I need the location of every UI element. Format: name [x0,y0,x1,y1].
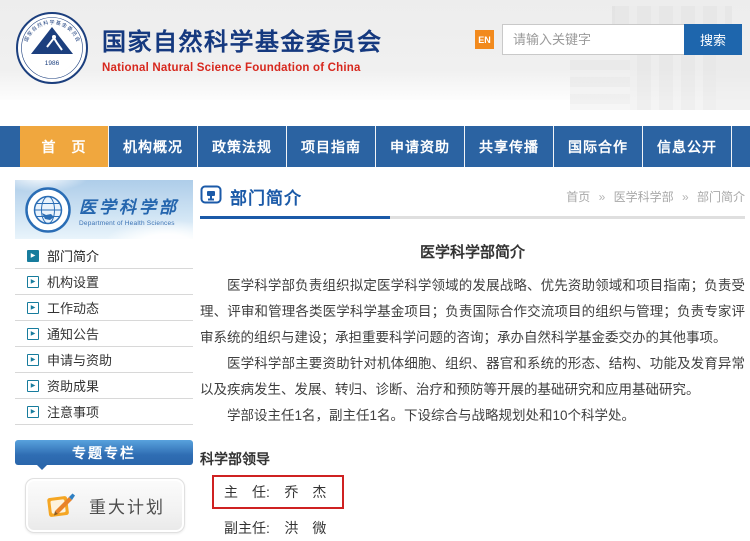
department-title-cn: 医学科学部 [79,193,179,218]
nav-item-policies[interactable]: 政策法规 [198,126,287,167]
breadcrumb-current[interactable]: 部门简介 [697,190,745,204]
department-banner-text: 医学科学部 Department of Health Sciences [79,193,179,227]
leader-name: 洪 微 [284,520,326,536]
breadcrumb-separator: » [682,190,689,204]
sidebar-item-label: 资助成果 [47,376,99,395]
sidebar-item-label: 注意事项 [47,402,99,421]
breadcrumb: 首页 » 医学科学部 » 部门简介 [566,188,745,205]
nav-item-organization[interactable]: 机构概况 [109,126,198,167]
arrow-right-icon: ▶ [27,380,39,392]
department-banner: 医学科学部 Department of Health Sciences [15,180,193,239]
leaders-section: 科学部领导 主 任: 乔 杰 副主任: 洪 微 [200,449,745,538]
sidebar-item-label: 申请与资助 [47,350,112,369]
main-nav: 首 页 机构概况 政策法规 项目指南 申请资助 共享传播 国际合作 信息公开 [0,126,750,167]
sidebar-menu: ▶ 部门简介 ▶ 机构设置 ▶ 工作动态 ▶ 通知公告 ▶ 申请与资助 [15,243,193,425]
site-title-en: National Natural Science Foundation of C… [102,62,383,74]
arrow-right-icon: ▶ [27,328,39,340]
leader-role: 主 任: [224,484,270,500]
nav-item-international[interactable]: 国际合作 [554,126,643,167]
section-divider [200,216,745,219]
arrow-right-icon: ▶ [27,406,39,418]
article-title: 医学科学部简介 [200,241,745,262]
sidebar: 医学科学部 Department of Health Sciences ▶ 部门… [15,180,193,538]
leader-role: 副主任: [224,520,270,536]
content-header: 部门简介 首页 » 医学科学部 » 部门简介 [200,183,745,209]
major-program-card[interactable]: 重大计划 [25,478,185,533]
article-paragraph: 学部设主任1名，副主任1名。下设综合与战略规划处和10个科学处。 [200,403,745,429]
arrow-right-icon: ▶ [27,250,39,262]
breadcrumb-home[interactable]: 首页 [566,190,590,204]
special-column-header: 专题专栏 [15,440,193,465]
site-titles: 国家自然科学基金委员会 National Natural Science Fou… [102,22,383,74]
search-input[interactable] [502,24,684,55]
nav-item-info-disclosure[interactable]: 信息公开 [643,126,732,167]
section-board-icon [200,185,222,207]
page: 国家自然科学基金委员会 1986 国家自然科学基金委员会 National Na… [0,0,750,541]
sidebar-item-label: 通知公告 [47,324,99,343]
sidebar-item-label: 部门简介 [47,246,99,265]
department-seal-icon [25,187,71,233]
breadcrumb-department[interactable]: 医学科学部 [614,190,674,204]
sidebar-item-apply-funding[interactable]: ▶ 申请与资助 [15,347,193,373]
site-title-cn: 国家自然科学基金委员会 [102,22,383,57]
site-header: 国家自然科学基金委员会 1986 国家自然科学基金委员会 National Na… [0,0,750,100]
sidebar-item-work-news[interactable]: ▶ 工作动态 [15,295,193,321]
content: 部门简介 首页 » 医学科学部 » 部门简介 医学科学部简介 医学科学部负责组织… [200,180,745,538]
breadcrumb-separator: » [599,190,606,204]
nav-item-sharing[interactable]: 共享传播 [465,126,554,167]
building-watermark [550,0,750,118]
sidebar-item-notices[interactable]: ▶ 通知公告 [15,321,193,347]
major-program-label: 重大计划 [89,493,165,518]
arrow-right-icon: ▶ [27,276,39,288]
en-language-badge[interactable]: EN [475,30,494,49]
nav-item-funding[interactable]: 申请资助 [376,126,465,167]
deputy-director-row: 副主任: 洪 微 [224,518,745,538]
article: 医学科学部简介 医学科学部负责组织拟定医学科学领域的发展战略、优先资助领域和项目… [200,241,745,429]
seal-year: 1986 [45,60,60,67]
leader-name: 乔 杰 [284,484,326,500]
article-paragraph: 医学科学部主要资助针对机体细胞、组织、器官和系统的形态、结构、功能及发育异常以及… [200,351,745,403]
sidebar-item-label: 机构设置 [47,272,99,291]
main-area: 医学科学部 Department of Health Sciences ▶ 部门… [0,167,750,538]
major-program-icon [45,491,79,521]
sidebar-item-funding-results[interactable]: ▶ 资助成果 [15,373,193,399]
page-title: 部门简介 [230,184,302,209]
arrow-right-icon: ▶ [27,302,39,314]
sidebar-item-label: 工作动态 [47,298,99,317]
sidebar-item-cautions[interactable]: ▶ 注意事项 [15,399,193,425]
site-logo[interactable]: 国家自然科学基金委员会 1986 国家自然科学基金委员会 National Na… [14,10,383,86]
search-area: EN 搜索 [475,24,742,55]
nav-item-home[interactable]: 首 页 [20,126,109,167]
sidebar-item-org-setup[interactable]: ▶ 机构设置 [15,269,193,295]
search-button[interactable]: 搜索 [684,24,742,55]
article-paragraph: 医学科学部负责组织拟定医学科学领域的发展战略、优先资助领域和项目指南；负责受理、… [200,273,745,351]
nav-item-project-guide[interactable]: 项目指南 [287,126,376,167]
leaders-title: 科学部领导 [200,449,745,469]
sidebar-item-department-intro[interactable]: ▶ 部门简介 [15,243,193,269]
director-highlight-box: 主 任: 乔 杰 [212,475,344,509]
nsfc-seal-icon: 国家自然科学基金委员会 1986 [14,10,90,86]
arrow-right-icon: ▶ [27,354,39,366]
department-title-en: Department of Health Sciences [79,220,179,227]
